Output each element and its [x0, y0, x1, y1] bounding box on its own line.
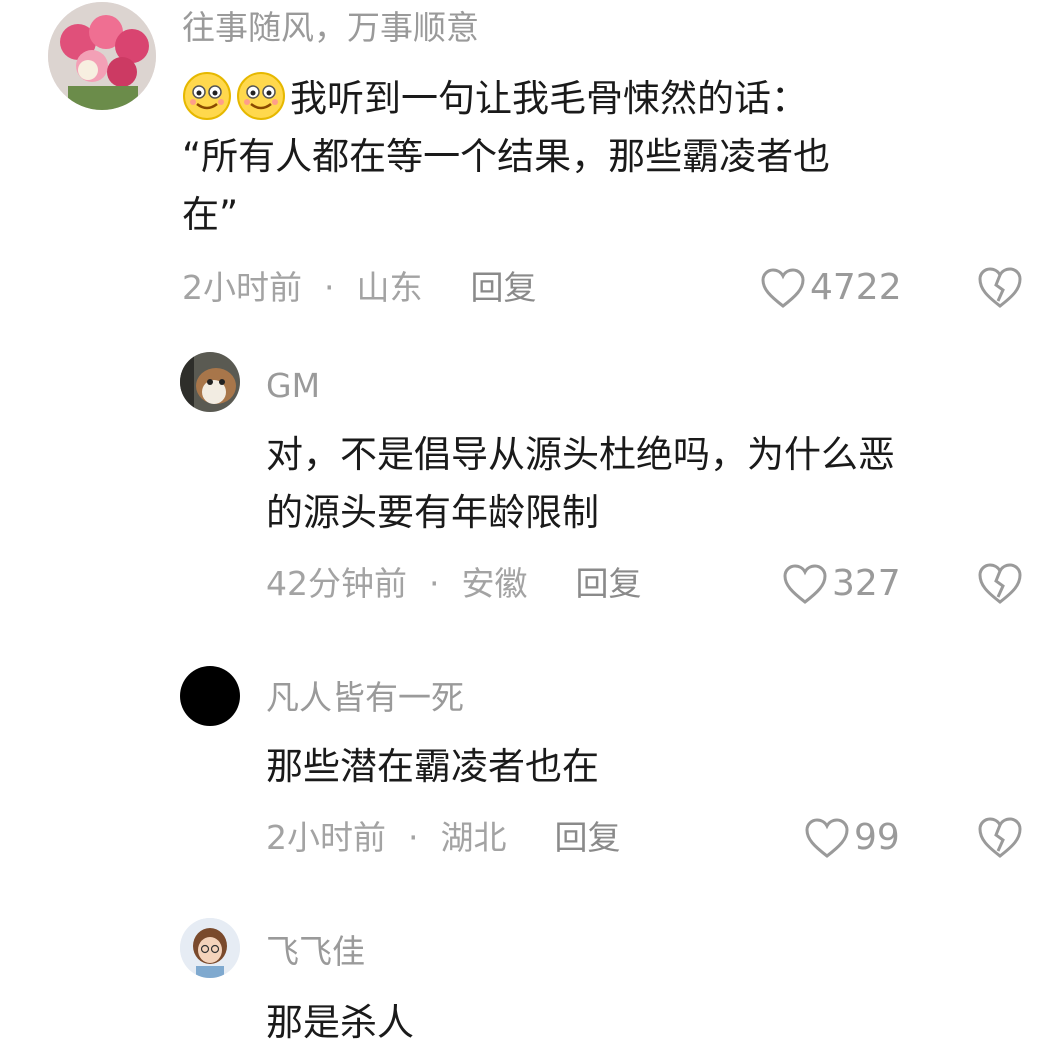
comment-text: 对，不是倡导从源头杜绝吗，为什么恶 的源头要有年龄限制	[266, 426, 895, 542]
comment-text: 那些潜在霸凌者也在	[266, 738, 599, 796]
separator: ·	[324, 268, 335, 307]
comment-text-line: 在”	[182, 193, 239, 236]
broken-heart-icon	[978, 563, 1022, 604]
like-button[interactable]: 4722	[760, 267, 902, 309]
username[interactable]: 飞飞佳	[266, 932, 365, 972]
dislike-button[interactable]	[976, 815, 1024, 859]
like-count: 99	[854, 817, 900, 858]
username[interactable]: 凡人皆有一死	[266, 678, 464, 718]
avatar[interactable]	[48, 2, 156, 110]
like-count: 327	[832, 563, 901, 604]
comment-meta: 42分钟前 · 安徽 回复	[266, 564, 642, 604]
comment-text-line: “所有人都在等一个结果，那些霸凌者也	[182, 135, 831, 178]
comment-text-line: 那些潜在霸凌者也在	[266, 745, 599, 788]
comment-text-line: 的源头要有年龄限制	[266, 491, 599, 534]
comment-text-line: 我听到一句让我毛骨悚然的话：	[290, 77, 808, 120]
comment-text: 我听到一句让我毛骨悚然的话： “所有人都在等一个结果，那些霸凌者也 在”	[182, 70, 830, 244]
emoji-smile-icon	[236, 71, 286, 121]
like-count: 4722	[810, 267, 902, 308]
reply-button[interactable]: 回复	[576, 564, 642, 604]
timestamp: 42分钟前	[266, 564, 407, 603]
location: 湖北	[440, 818, 507, 857]
heart-icon	[783, 564, 827, 604]
broken-heart-icon	[978, 267, 1022, 308]
avatar[interactable]	[180, 666, 240, 726]
heart-icon	[761, 268, 805, 308]
comment-meta: 2小时前 · 湖北 回复	[266, 818, 621, 858]
like-button[interactable]: 99	[804, 817, 900, 859]
comment-text: 那是杀人	[266, 994, 414, 1052]
girl-avatar-image	[180, 918, 240, 978]
location: 安徽	[461, 564, 528, 603]
broken-heart-icon	[978, 817, 1022, 858]
reply-button[interactable]: 回复	[471, 268, 537, 308]
comment-text-line: 对，不是倡导从源头杜绝吗，为什么恶	[266, 433, 895, 476]
like-button[interactable]: 327	[782, 563, 901, 605]
username[interactable]: GM	[266, 366, 320, 406]
emoji-smile-icon	[182, 71, 232, 121]
location: 山东	[356, 268, 423, 307]
dislike-button[interactable]	[976, 561, 1024, 605]
comment-text-line: 那是杀人	[266, 1001, 414, 1044]
timestamp: 2小时前	[266, 818, 386, 857]
avatar[interactable]	[180, 352, 240, 412]
flowers-avatar-image	[48, 2, 156, 110]
timestamp: 2小时前	[182, 268, 302, 307]
dislike-button[interactable]	[976, 265, 1024, 309]
cat-avatar-image	[180, 352, 240, 412]
reply-button[interactable]: 回复	[555, 818, 621, 858]
comment-meta: 2小时前 · 山东 回复	[182, 268, 537, 308]
separator: ·	[408, 818, 419, 857]
avatar[interactable]	[180, 918, 240, 978]
separator: ·	[429, 564, 440, 603]
heart-icon	[805, 818, 849, 858]
username[interactable]: 往事随风，万事顺意	[182, 8, 479, 48]
